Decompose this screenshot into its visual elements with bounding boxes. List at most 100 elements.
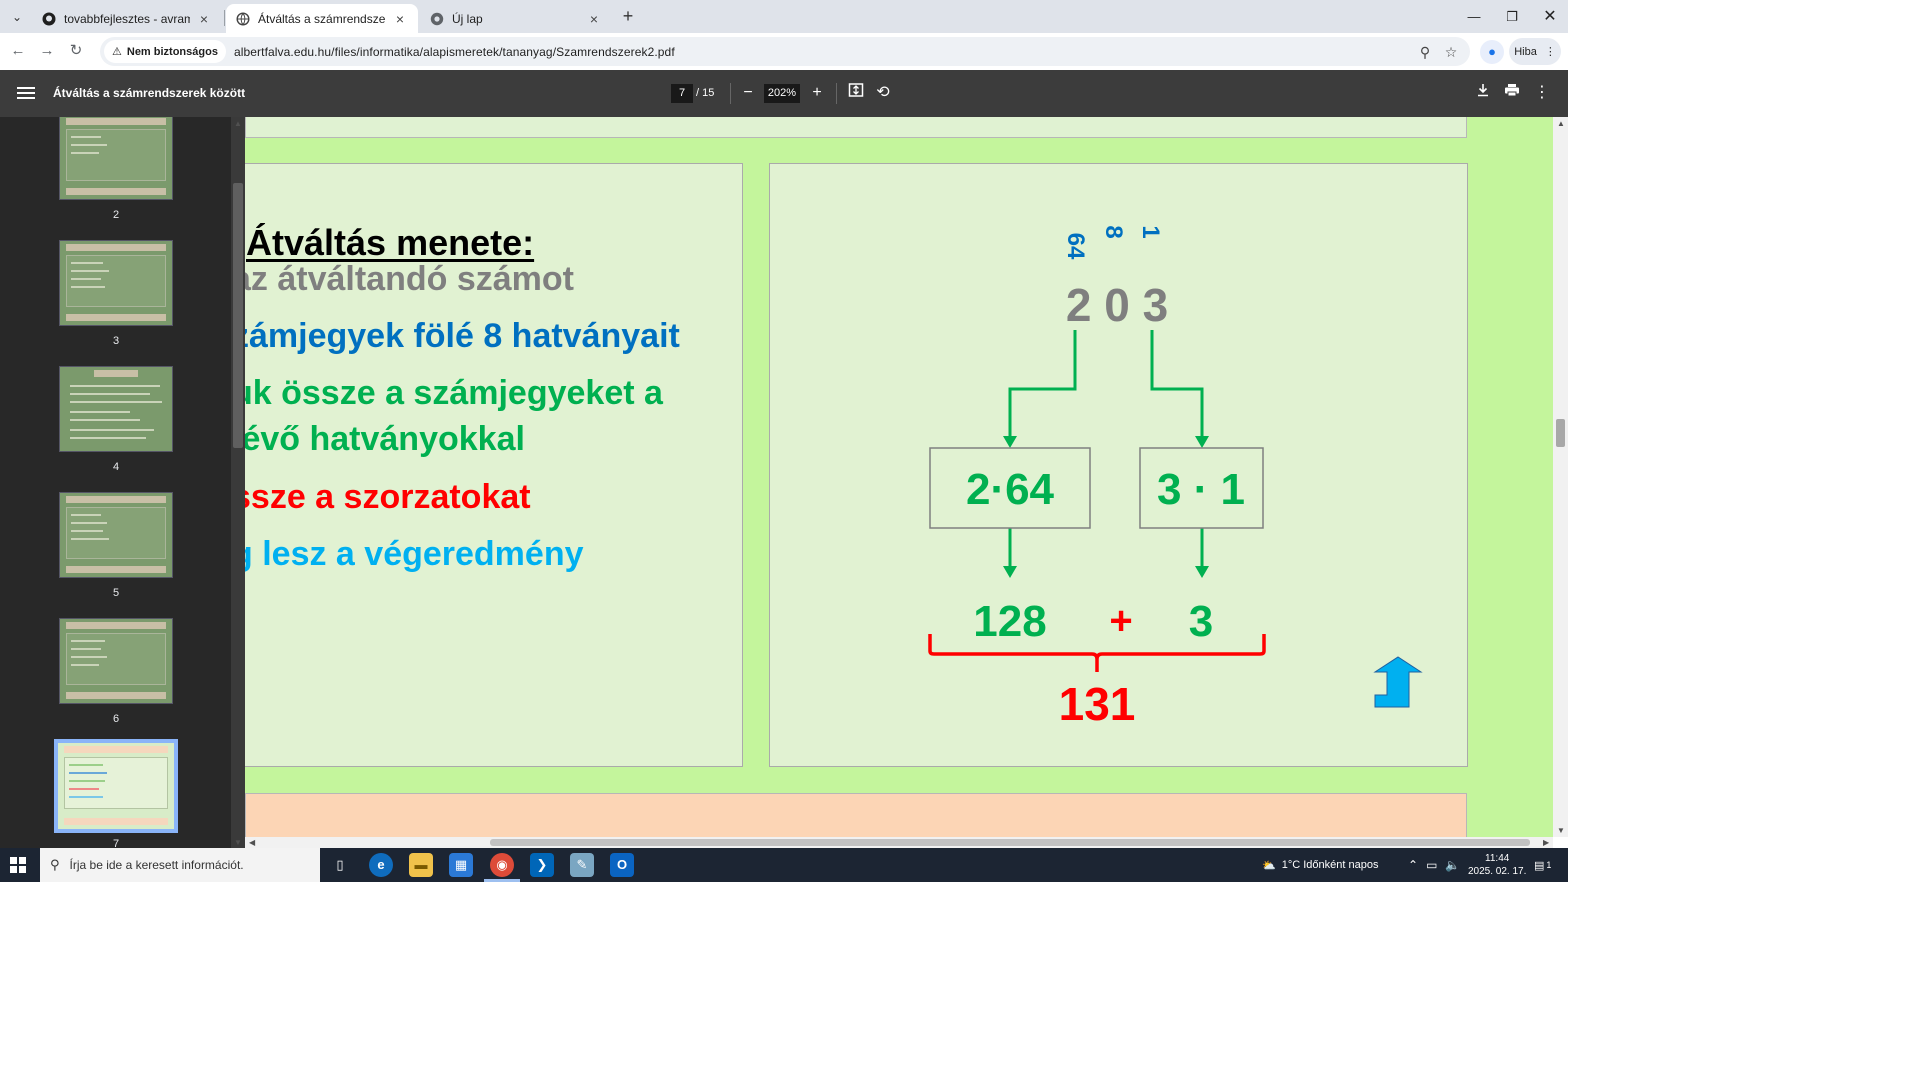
security-chip[interactable]: ⚠ Nem biztonságos	[104, 40, 226, 63]
network-icon[interactable]: ▭	[1426, 858, 1437, 872]
active-app-indicator	[484, 879, 520, 882]
clock[interactable]: 11:44 2025. 02. 17.	[1468, 848, 1526, 882]
vscode-icon[interactable]: ❯	[530, 853, 554, 877]
volume-muted-icon[interactable]: 🔈	[1445, 858, 1460, 872]
conversion-diagram: 64 8 1 2 0 3 2·64 3 · 1 128 + 3 131	[928, 225, 1423, 730]
microsoft-store-icon[interactable]: ▦	[449, 853, 473, 877]
page-thumbnail-4[interactable]	[59, 366, 173, 452]
thumbnail-number: 6	[112, 713, 120, 725]
thumbnail-number: 4	[112, 461, 120, 473]
sidebar-scrollbar-thumb[interactable]	[233, 183, 243, 448]
tab-search-chevron-icon[interactable]: ⌄	[6, 6, 28, 28]
page-number-input[interactable]: 7	[671, 84, 693, 103]
toolbar-divider	[730, 83, 731, 104]
tab-github[interactable]: tovabbfejlesztes - avramuczpist ×	[32, 4, 222, 33]
notification-icon: ▤	[1534, 859, 1545, 872]
step-3-text-continued: lévő hatványokkal	[245, 420, 525, 458]
scroll-down-arrow-icon[interactable]: ▼	[234, 838, 242, 847]
hamburger-menu-icon[interactable]	[17, 84, 35, 102]
plus-sign: +	[1109, 599, 1132, 643]
back-arrow-icon[interactable]: ←	[6, 39, 30, 63]
return-arrow-icon[interactable]	[1373, 656, 1423, 708]
thumbnail-number: 2	[112, 209, 120, 221]
document-horizontal-scrollbar-thumb[interactable]	[490, 839, 1530, 846]
weather-widget[interactable]: ⛅ 1°C Időnként napos	[1262, 848, 1378, 882]
document-vertical-scrollbar[interactable]	[1553, 117, 1568, 837]
rotate-icon[interactable]: ⟲	[872, 82, 894, 104]
tab-separator	[224, 10, 225, 26]
notifications-button[interactable]: ▤ 1	[1534, 848, 1551, 882]
profile-avatar-icon[interactable]: ●	[1480, 40, 1504, 64]
security-label: Nem biztonságos	[126, 45, 218, 58]
connector-arrows	[1008, 330, 1204, 569]
page-thumbnail-7-selected[interactable]	[54, 739, 178, 833]
partial-result-1: 128	[973, 597, 1046, 646]
browser-toolbar: ← → ↻ ⚠ Nem biztonságos albertfalva.edu.…	[0, 33, 1568, 70]
taskbar-search-placeholder: Írja be ide a keresett információt.	[69, 858, 244, 872]
notepad-icon[interactable]: ✎	[570, 853, 594, 877]
doc-scroll-down-arrow-icon[interactable]: ▼	[1557, 826, 1565, 835]
steps-panel: Átváltás menete: az átváltandó számot zá…	[245, 163, 743, 767]
scroll-left-arrow-icon[interactable]: ◀	[249, 838, 255, 847]
zoom-in-icon[interactable]: +	[806, 82, 828, 104]
page-thumbnail-2[interactable]	[59, 117, 173, 200]
thumbnail-sidebar: 2 3 4 5 6 7	[0, 117, 231, 848]
doc-scroll-up-arrow-icon[interactable]: ▲	[1557, 119, 1565, 128]
address-bar[interactable]: ⚠ Nem biztonságos albertfalva.edu.hu/fil…	[100, 37, 1470, 66]
page-thumbnail-3[interactable]	[59, 240, 173, 326]
windows-start-icon[interactable]	[10, 857, 26, 873]
weather-text: 1°C Időnként napos	[1281, 859, 1379, 871]
toolbar-divider	[836, 83, 837, 104]
close-icon[interactable]: ×	[392, 11, 408, 27]
step-5-text: g lesz a végeredmény	[245, 535, 584, 573]
file-explorer-icon[interactable]: ▬	[409, 853, 433, 877]
restore-icon[interactable]: ❐	[1493, 0, 1531, 33]
url-text[interactable]: albertfalva.edu.hu/files/informatika/ala…	[234, 45, 675, 59]
minimize-icon[interactable]: —	[1455, 0, 1493, 33]
bookmark-star-icon[interactable]: ☆	[1442, 43, 1460, 61]
zoom-level-input[interactable]: 202%	[764, 84, 800, 103]
tab-strip: ⌄ tovabbfejlesztes - avramuczpist × Átvá…	[0, 0, 1568, 33]
tab-new-page[interactable]: Új lap ×	[420, 4, 612, 33]
octal-number: 2 0 3	[1066, 279, 1168, 331]
tab-active-pdf[interactable]: Átváltás a számrendszerek közö ×	[226, 4, 418, 33]
page-thumbnail-6[interactable]	[59, 618, 173, 704]
edge-browser-icon[interactable]: e	[369, 853, 393, 877]
power-8-label: 8	[1100, 225, 1127, 238]
document-scrollbar-thumb[interactable]	[1556, 419, 1565, 447]
page-thumbnail-5[interactable]	[59, 492, 173, 578]
close-icon[interactable]: ×	[196, 11, 212, 27]
zoom-out-icon[interactable]: −	[737, 82, 759, 104]
print-icon[interactable]	[1501, 82, 1523, 104]
download-icon[interactable]	[1472, 82, 1494, 104]
close-icon[interactable]: ×	[586, 11, 602, 27]
fit-page-icon[interactable]	[845, 82, 867, 104]
github-icon	[42, 12, 56, 26]
clock-time: 11:44	[1485, 853, 1510, 864]
task-view-icon[interactable]: ▯	[328, 853, 352, 877]
scroll-right-arrow-icon[interactable]: ▶	[1543, 838, 1549, 847]
slide-heading: Átváltás menete:	[246, 222, 535, 263]
new-tab-button[interactable]: +	[617, 6, 639, 28]
tray-chevron-up-icon[interactable]: ⌃	[1408, 858, 1418, 872]
reload-icon[interactable]: ↻	[64, 39, 88, 63]
tab-label: tovabbfejlesztes - avramuczpist	[64, 11, 190, 26]
partial-result-2: 3	[1189, 597, 1213, 646]
taskbar-search-box[interactable]: ⚲ Írja be ide a keresett információt.	[40, 848, 320, 882]
thumbnail-number: 7	[112, 838, 120, 848]
profile-error-button[interactable]: Hiba ⋮	[1509, 38, 1561, 65]
chrome-taskbar-icon[interactable]: ◉	[490, 853, 514, 877]
chrome-icon	[430, 12, 444, 26]
pdf-toolbar: Átváltás a számrendszerek között 7 / 15 …	[0, 70, 1568, 117]
scroll-up-arrow-icon[interactable]: ▲	[234, 119, 242, 128]
system-tray: ⌃ ▭ 🔈	[1408, 848, 1460, 882]
outlook-icon[interactable]: O	[610, 853, 634, 877]
forward-arrow-icon[interactable]: →	[35, 39, 59, 63]
step-3-text: uk össze a számjegyeket a	[245, 374, 663, 412]
product-2-text: 3 · 1	[1157, 465, 1245, 514]
thumbnail-number: 5	[112, 587, 120, 599]
zoom-magnifier-icon[interactable]: ⚲	[1416, 43, 1434, 61]
more-options-icon[interactable]: ⋮	[1531, 82, 1553, 104]
window-close-icon[interactable]: ✕	[1531, 0, 1569, 33]
page-total: / 15	[696, 87, 715, 99]
